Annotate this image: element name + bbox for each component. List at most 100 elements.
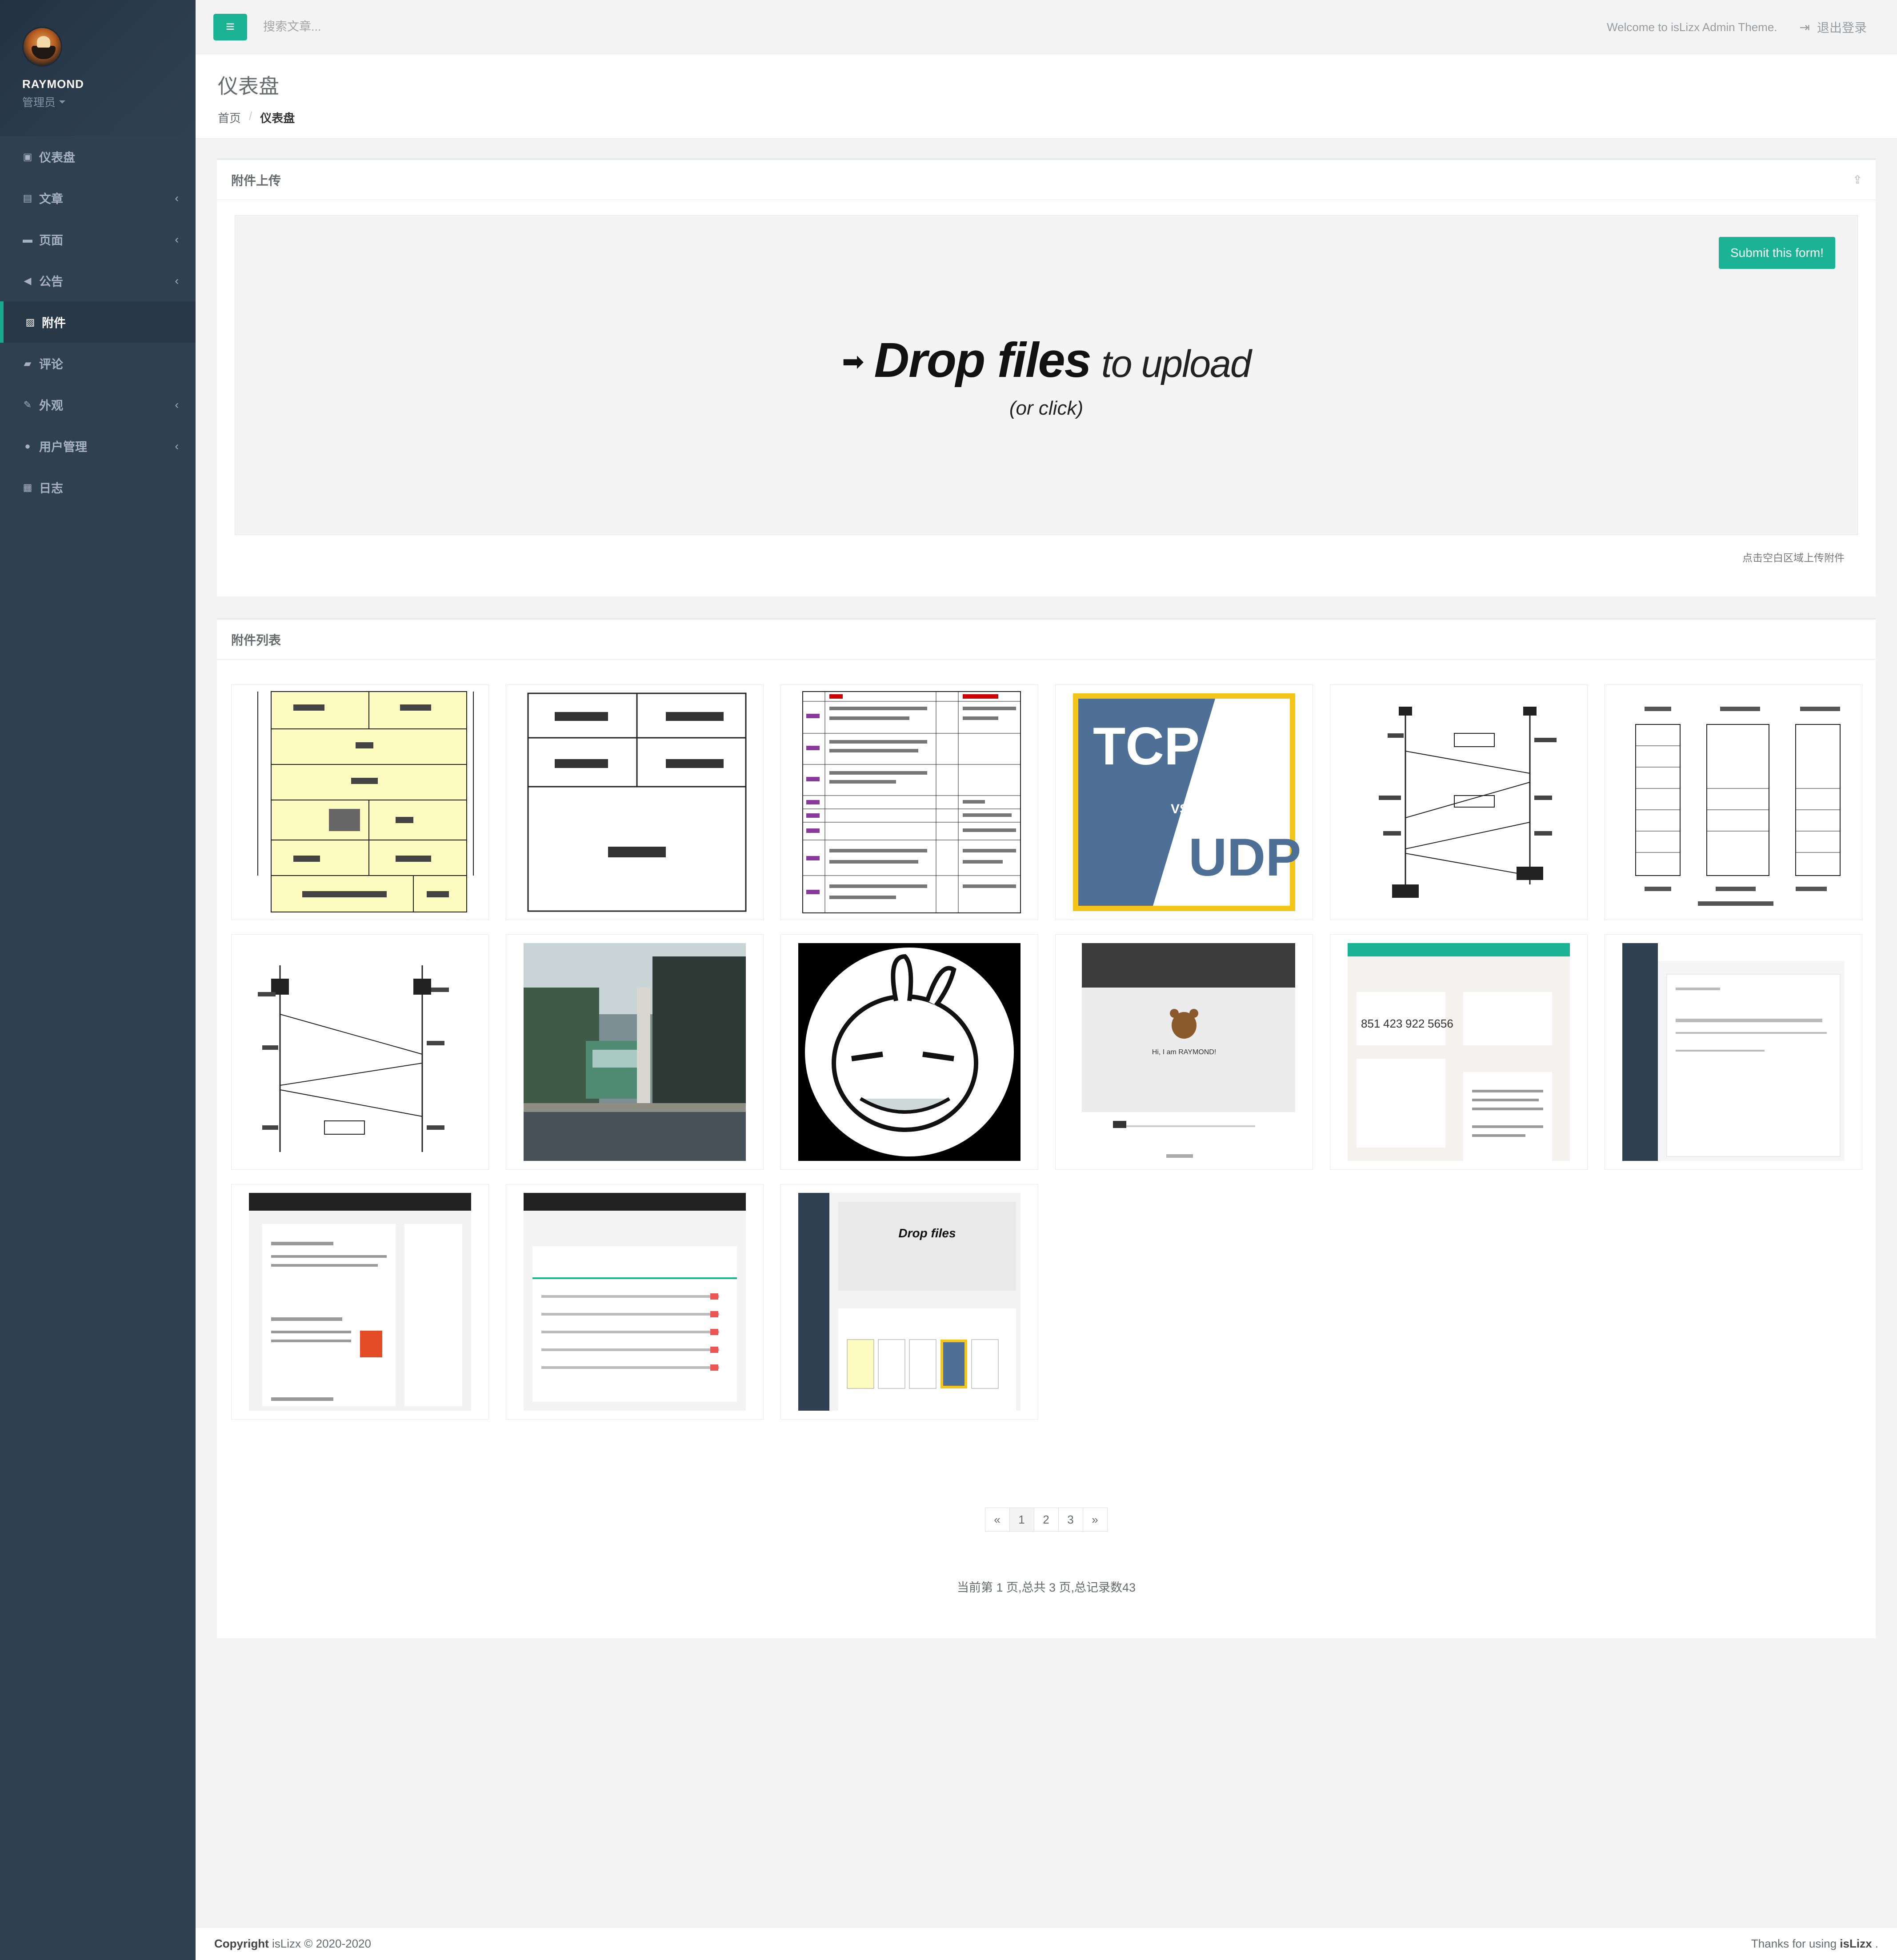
dashboard-icon: ▣ [23, 151, 32, 162]
brush-icon: ✎ [23, 399, 32, 410]
footer: Copyright isLizx © 2020-2020 Thanks for … [196, 1927, 1897, 1960]
upload-icon[interactable]: ⇪ [1853, 173, 1862, 187]
breadcrumb: 首页 / 仪表盘 [218, 109, 1897, 126]
sidebar-nav: ▣ 仪表盘 ▤ 文章 ‹ ▬ 页面 ‹ ◀ 公告 ‹ ▨ 附件 ▰ 评论 ✎ 外… [0, 136, 196, 508]
pagination-page[interactable]: 3 [1058, 1508, 1083, 1532]
admin-upload-image: Drop files [798, 1193, 1021, 1411]
profile-role-dropdown[interactable]: 管理员 [22, 94, 196, 110]
blog-article-list-image [249, 1193, 471, 1411]
tcp-label: TCP [1093, 716, 1200, 776]
udp-label: UDP [1189, 828, 1300, 887]
thanks-brand: isLizx [1840, 1937, 1872, 1950]
admin-dashboard-image: 851 423 922 5656 [1348, 943, 1570, 1161]
topbar: ≡ Welcome to isLizx Admin Theme. ⇥ 退出登录 [196, 0, 1897, 54]
sidebar-item-label: 评论 [39, 358, 63, 371]
tcp-open-handshake-image [244, 939, 476, 1165]
sidebar-item-label: 公告 [39, 275, 63, 288]
pagination-page[interactable]: 1 [1009, 1508, 1034, 1532]
dropzone[interactable]: Submit this form! ➡ Drop files to upload… [235, 215, 1858, 535]
pagination-next[interactable]: » [1082, 1508, 1108, 1532]
attachment-thumbnail[interactable] [231, 1184, 489, 1420]
cartoon-rabbit-image [798, 943, 1021, 1161]
attachment-thumbnail[interactable]: 851 423 922 5656 [1330, 934, 1588, 1170]
logout-link[interactable]: ⇥ 退出登录 [1800, 18, 1867, 36]
blog-hero-caption: Hi, I am RAYMOND! [1152, 1048, 1217, 1056]
attachment-list-panel: 附件列表 TCP VS UDP Hi, I am RAYMOND! 851 42… [217, 618, 1876, 1638]
sidebar-item-logs[interactable]: ▦ 日志 [0, 467, 196, 508]
picture-icon: ▨ [25, 316, 35, 328]
sidebar-item-label: 用户管理 [39, 440, 87, 454]
page-title: 仪表盘 [218, 75, 279, 98]
attachment-thumbnail[interactable] [506, 684, 764, 920]
tcp-close-handshake-image [1343, 689, 1574, 916]
tcp-header-diagram-image [257, 691, 474, 912]
attachment-thumbnail[interactable]: TCP VS UDP [1055, 684, 1313, 920]
drop-strong-text: Drop files [874, 333, 1092, 388]
attachment-thumbnail[interactable] [506, 934, 764, 1170]
attachment-thumbnail[interactable] [780, 934, 1038, 1170]
sidebar-item-appearance[interactable]: ✎ 外观 ‹ [0, 384, 196, 425]
admin-editor-image [1622, 943, 1845, 1161]
pagination: « 1 2 3 » [217, 1508, 1876, 1532]
hamburger-icon: ≡ [226, 18, 235, 35]
attachment-thumbnail[interactable]: Hi, I am RAYMOND! [1055, 934, 1313, 1170]
menu-toggle-button[interactable]: ≡ [213, 13, 247, 40]
attachment-list-title-text: 附件列表 [231, 633, 281, 647]
sign-out-icon: ⇥ [1799, 20, 1810, 34]
sidebar-item-users[interactable]: ● 用户管理 ‹ [0, 425, 196, 467]
drop-message: ➡ Drop files to upload (or click) [235, 332, 1857, 420]
submit-button[interactable]: Submit this form! [1718, 237, 1835, 269]
attachment-thumbnail[interactable]: Drop files [780, 1184, 1038, 1420]
upload-hint: 点击空白区域上传附件 [1742, 552, 1845, 564]
sidebar-item-label: 日志 [39, 482, 63, 495]
arrow-right-icon: ➡ [842, 347, 864, 376]
thanks-text: Thanks for using [1751, 1937, 1837, 1950]
vs-label: VS [1171, 802, 1189, 816]
drop-sub-text: (or click) [1009, 397, 1084, 419]
page-heading: 仪表盘 首页 / 仪表盘 [196, 54, 1897, 139]
pagination-page[interactable]: 2 [1033, 1508, 1059, 1532]
avatar[interactable] [22, 27, 62, 67]
sidebar: RAYMOND 管理员 ▣ 仪表盘 ▤ 文章 ‹ ▬ 页面 ‹ ◀ 公告 ‹ ▨… [0, 0, 196, 1960]
bullhorn-icon: ◀ [24, 275, 32, 286]
attachment-thumbnail[interactable] [1330, 684, 1588, 920]
attachment-thumbnail[interactable] [780, 684, 1038, 920]
profile-role: 管理员 [22, 96, 56, 109]
pagination-prev[interactable]: « [985, 1508, 1010, 1532]
stat-value: 922 [1405, 1017, 1425, 1030]
attachment-thumbnail[interactable] [506, 1184, 764, 1420]
attachment-thumbnail[interactable] [231, 684, 489, 920]
caret-down-icon [59, 100, 66, 104]
street-photo-image [524, 943, 746, 1161]
sidebar-item-label: 仪表盘 [39, 151, 75, 164]
sidebar-item-attachments[interactable]: ▨ 附件 [0, 301, 196, 343]
upload-panel-title: 附件上传 ⇪ [217, 160, 1876, 200]
sidebar-item-label: 文章 [39, 192, 63, 206]
copyright-text: isLizx © 2020-2020 [272, 1937, 371, 1950]
welcome-text: Welcome to isLizx Admin Theme. [1607, 20, 1777, 34]
udp-header-diagram-image [527, 692, 747, 912]
chevron-left-icon: ‹ [175, 232, 179, 246]
topbar-right: Welcome to isLizx Admin Theme. ⇥ 退出登录 [1607, 0, 1867, 54]
chevron-left-icon: ‹ [175, 398, 179, 411]
attachment-thumbnail[interactable] [1605, 934, 1862, 1170]
sidebar-item-articles[interactable]: ▤ 文章 ‹ [0, 177, 196, 219]
upload-panel: 附件上传 ⇪ Submit this form! ➡ Drop files to… [217, 158, 1876, 596]
chevron-left-icon: ‹ [175, 439, 179, 452]
sidebar-item-notices[interactable]: ◀ 公告 ‹ [0, 260, 196, 301]
breadcrumb-current: 仪表盘 [260, 112, 295, 125]
drop-light-text: to upload [1101, 343, 1252, 385]
sidebar-item-pages[interactable]: ▬ 页面 ‹ [0, 219, 196, 260]
stat-value: 423 [1383, 1017, 1402, 1030]
network-model-image [1618, 689, 1849, 916]
stat-value: 5656 [1428, 1017, 1453, 1030]
sidebar-item-comments[interactable]: ▰ 评论 [0, 343, 196, 384]
sidebar-item-dashboard[interactable]: ▣ 仪表盘 [0, 136, 196, 177]
search-input[interactable] [263, 13, 574, 40]
sidebar-item-label: 附件 [42, 316, 66, 330]
attachment-thumbnail[interactable] [231, 934, 489, 1170]
admin-table-image [524, 1193, 746, 1411]
comment-icon: ▰ [24, 357, 32, 369]
attachment-thumbnail[interactable] [1605, 684, 1862, 920]
breadcrumb-home[interactable]: 首页 [218, 109, 241, 126]
